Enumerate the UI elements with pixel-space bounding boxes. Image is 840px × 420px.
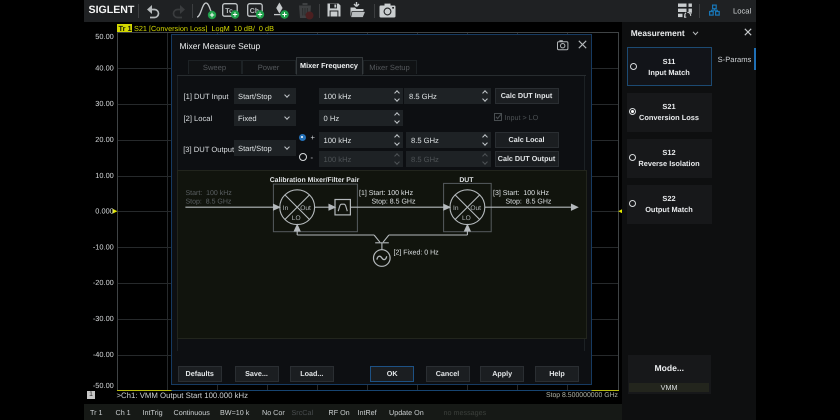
- svg-text:50.00: 50.00: [95, 32, 114, 41]
- svg-text:-10.00: -10.00: [93, 242, 114, 251]
- svg-text:LO: LO: [291, 215, 300, 222]
- svg-text:40.00: 40.00: [95, 63, 114, 72]
- svg-text:In: In: [453, 205, 459, 212]
- svg-text:SIGLENT: SIGLENT: [89, 4, 135, 16]
- svg-text:Stop: 8.5 GHz: Stop: 8.5 GHz: [185, 199, 231, 206]
- svg-text:Out: Out: [470, 205, 481, 212]
- svg-text:[2] Fixed: 0 Hz: [2] Fixed: 0 Hz: [393, 249, 439, 257]
- svg-text:[3] Start: 100 kHz: [3] Start: 100 kHz: [493, 189, 550, 197]
- svg-text:-40.00: -40.00: [93, 350, 114, 359]
- svg-text:30.00: 30.00: [95, 99, 114, 108]
- svg-text:-20.00: -20.00: [93, 278, 114, 287]
- svg-text:Local: Local: [733, 6, 751, 15]
- svg-text:0.000: 0.000: [95, 207, 114, 216]
- svg-text:Start: 100 kHz: Start: 100 kHz: [185, 189, 232, 197]
- svg-text:-50.00: -50.00: [93, 381, 114, 390]
- svg-text:In: In: [282, 205, 288, 212]
- svg-text:[1] Start: 100 kHz: [1] Start: 100 kHz: [359, 189, 414, 197]
- svg-text:-30.00: -30.00: [93, 314, 114, 323]
- svg-text:LO: LO: [462, 215, 471, 222]
- svg-text:Out: Out: [300, 205, 311, 212]
- svg-text:Calibration Mixer/Filter Pair: Calibration Mixer/Filter Pair: [269, 177, 359, 184]
- svg-text:DUT: DUT: [459, 177, 474, 184]
- svg-text:10.00: 10.00: [95, 171, 114, 180]
- svg-text:Stop: 8.5 GHz: Stop: 8.5 GHz: [371, 199, 415, 206]
- svg-text:20.00: 20.00: [95, 135, 114, 144]
- svg-text:Stop: 8.5 GHz: Stop: 8.5 GHz: [505, 199, 551, 206]
- svg-text:Input > LO: Input > LO: [505, 113, 539, 122]
